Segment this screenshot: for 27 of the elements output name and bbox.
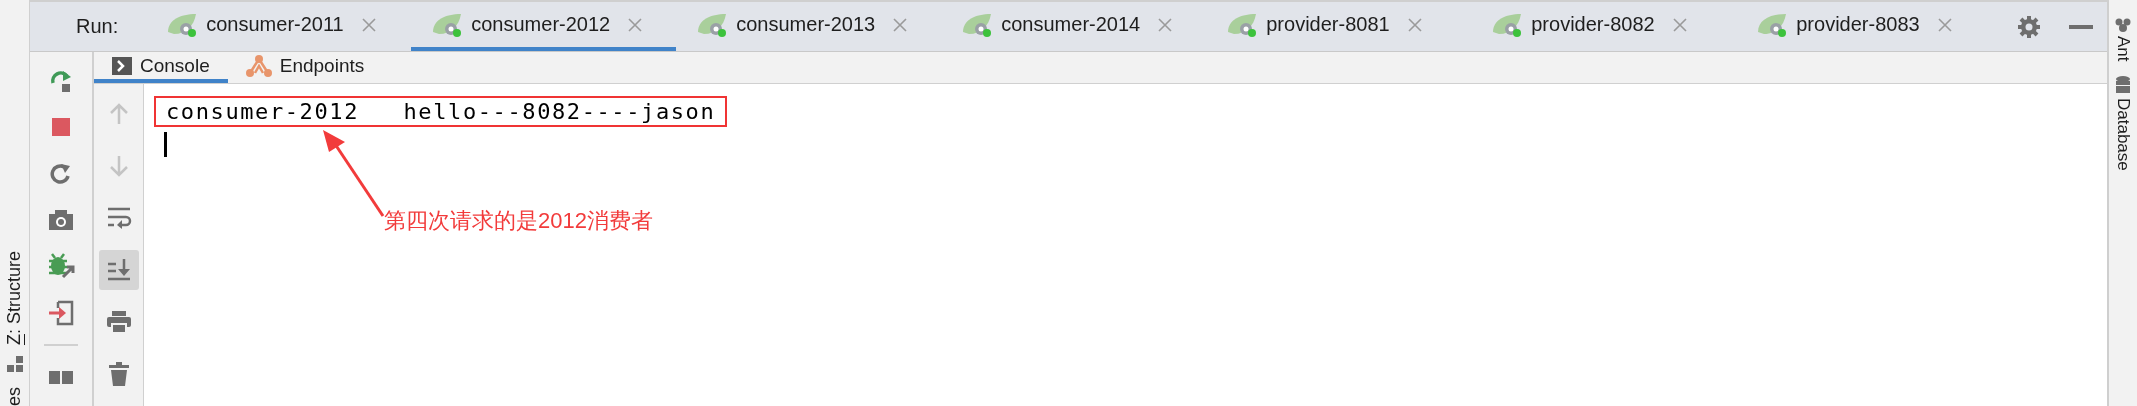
structure-icon xyxy=(5,355,24,373)
text-cursor xyxy=(164,132,167,157)
run-tab[interactable]: consumer-2014 xyxy=(941,2,1207,51)
tool-window-tab[interactable]: Database xyxy=(2113,97,2133,171)
run-tab[interactable]: consumer-2013 xyxy=(676,2,942,51)
endpoints-icon xyxy=(245,53,272,78)
tool-window-tab[interactable]: Ant xyxy=(2113,36,2133,62)
run-tab[interactable]: provider-8083 xyxy=(1736,2,2002,51)
run-label: Run: xyxy=(75,14,120,39)
scroll-to-end-icon[interactable] xyxy=(98,250,139,290)
run-tab[interactable]: consumer-2011 xyxy=(146,2,412,51)
close-icon[interactable] xyxy=(1672,17,1687,32)
structure-tab[interactable]: Z: Structure xyxy=(4,250,25,345)
annotation-text: 第四次请求的是2012消费者 xyxy=(384,207,653,235)
close-icon[interactable] xyxy=(1158,17,1173,32)
panel-tab[interactable]: Endpoints xyxy=(227,52,383,83)
close-icon[interactable] xyxy=(628,17,643,32)
run-tab[interactable]: provider-8081 xyxy=(1206,2,1472,51)
run-tab[interactable]: provider-8082 xyxy=(1471,2,1737,51)
close-icon[interactable] xyxy=(893,17,908,32)
close-icon[interactable] xyxy=(1407,17,1422,32)
close-icon[interactable] xyxy=(361,17,376,32)
database-icon xyxy=(2115,75,2131,94)
favorites-tab[interactable]: es xyxy=(4,387,25,406)
ant-icon xyxy=(2115,18,2131,32)
close-icon[interactable] xyxy=(1937,17,1952,32)
console-icon xyxy=(112,56,132,75)
